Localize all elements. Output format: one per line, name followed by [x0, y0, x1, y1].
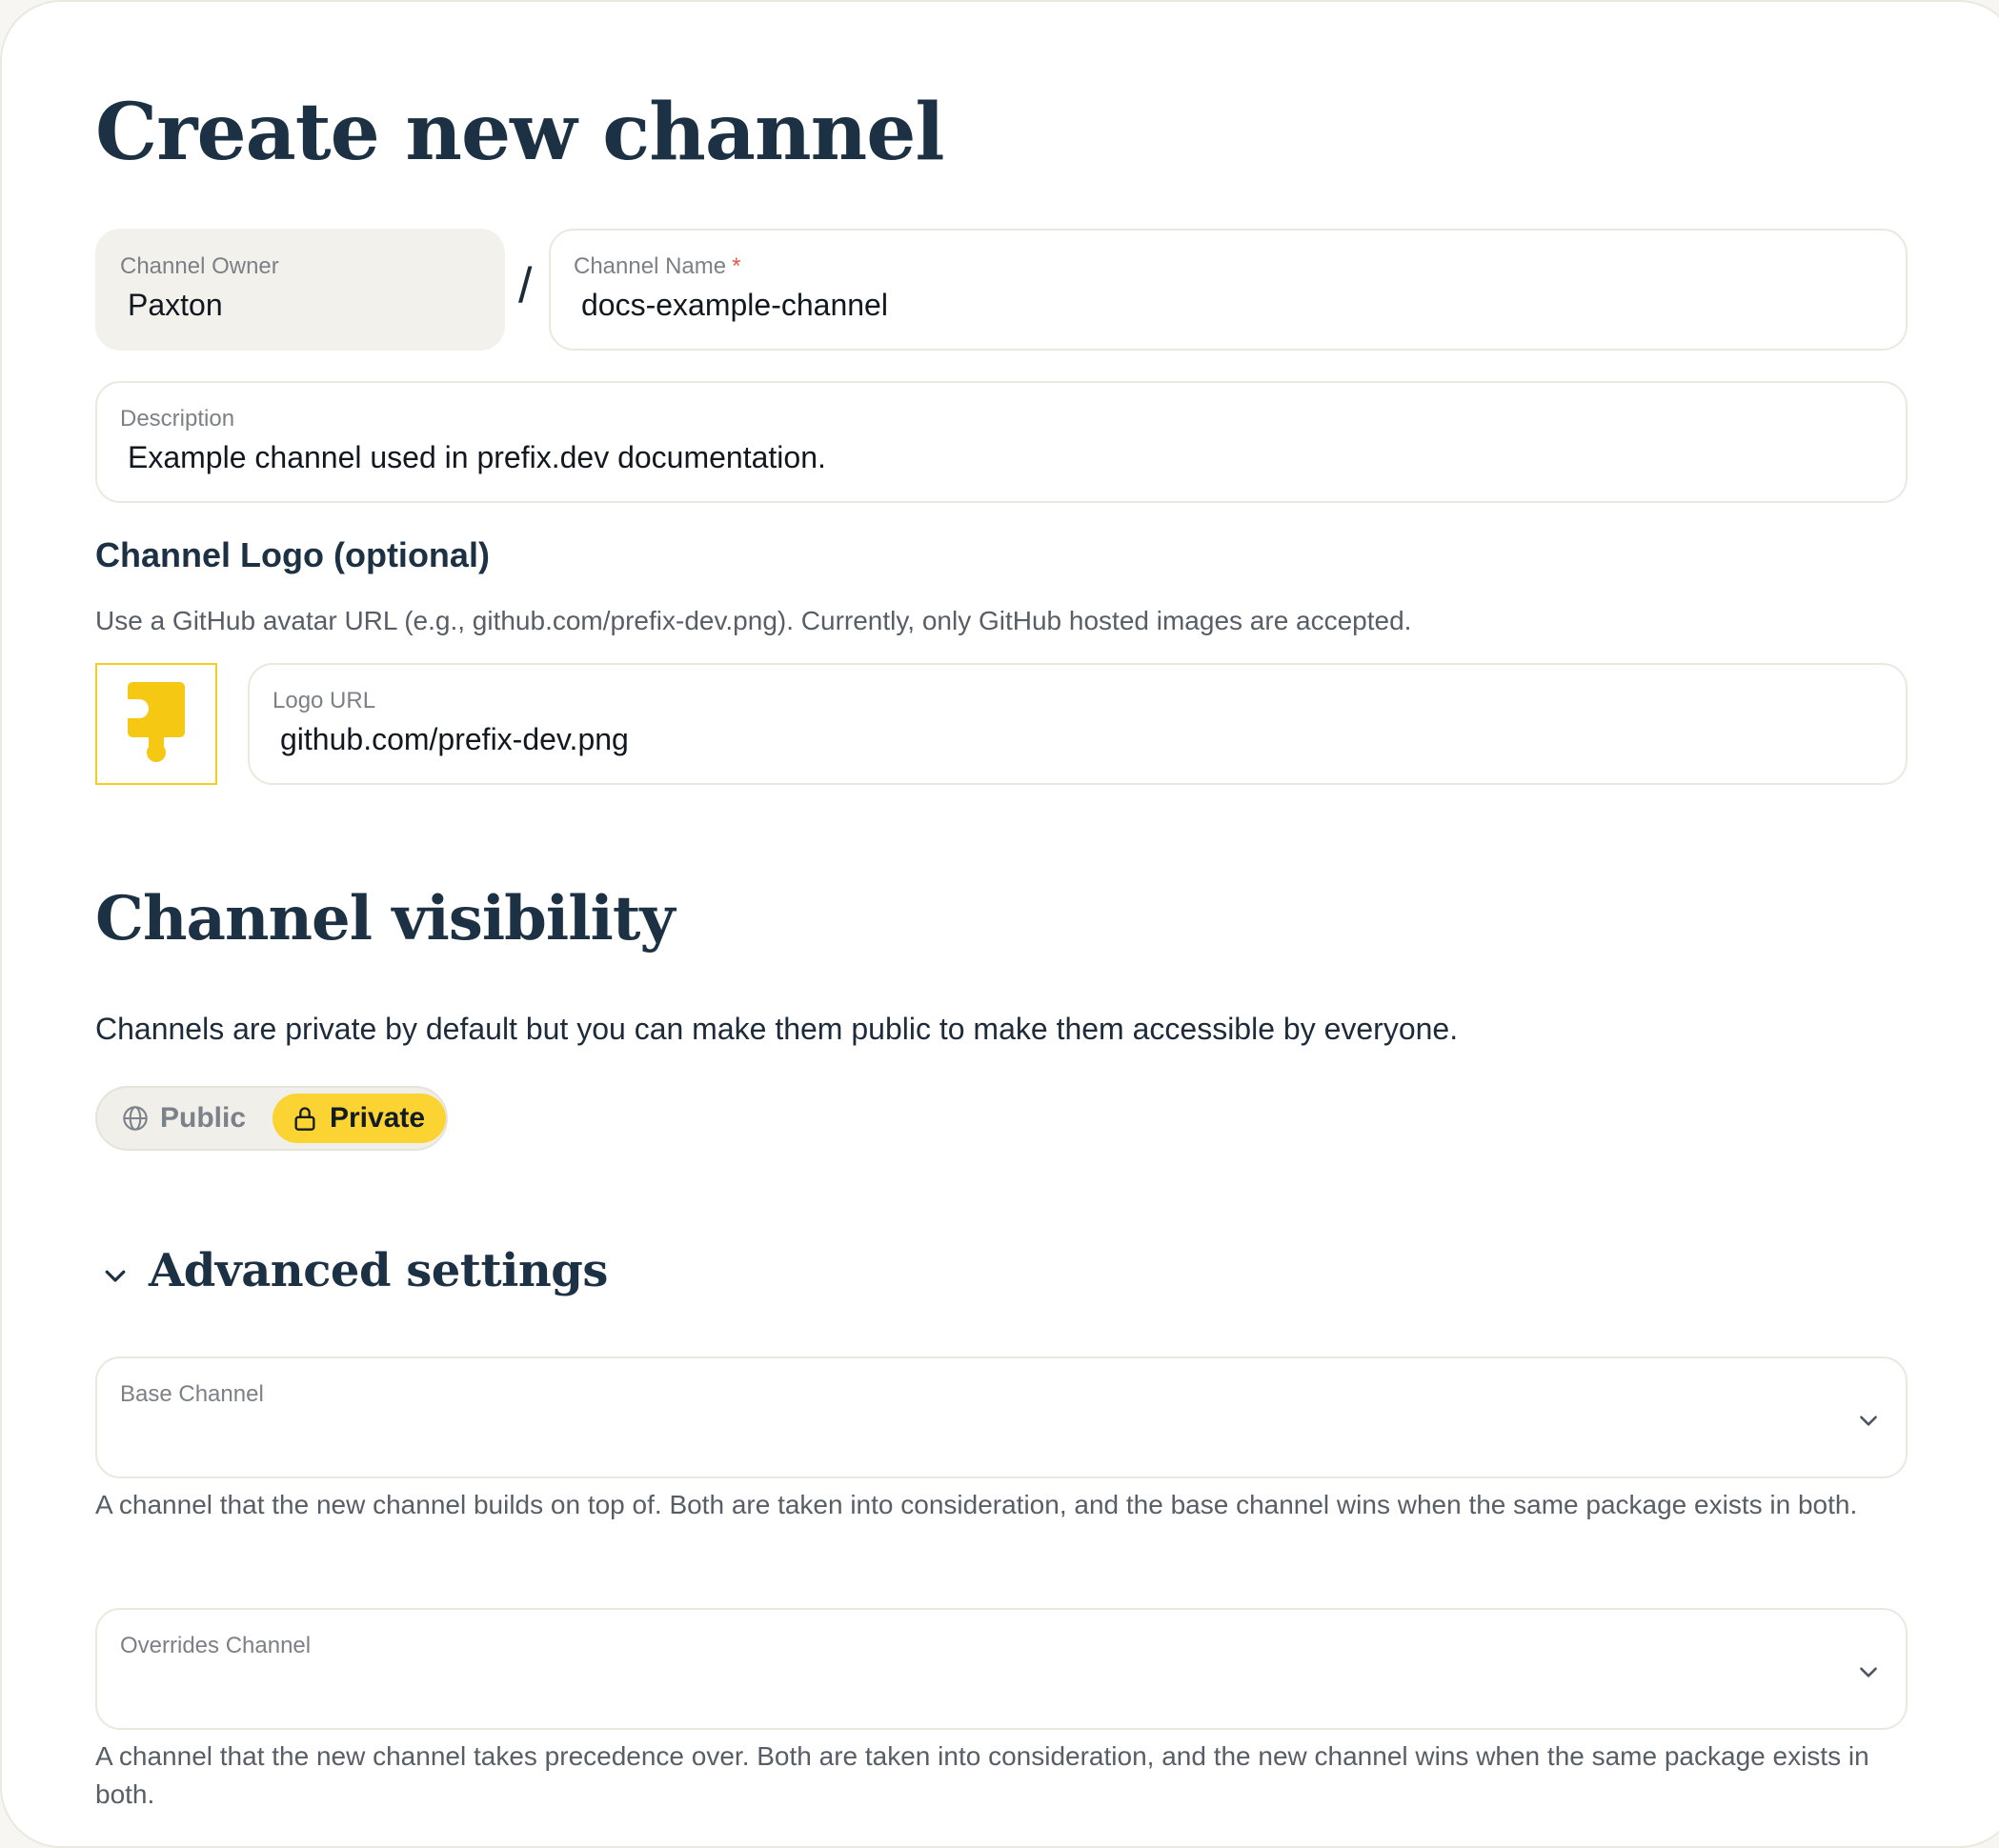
chevron-down-icon [1860, 1416, 1877, 1426]
form-card: Create new channel Channel Owner Paxton … [0, 0, 1999, 1848]
chevron-down-icon [1860, 1667, 1877, 1677]
prefix-logo-icon [128, 682, 185, 762]
description-input[interactable]: Example channel used in prefix.dev docum… [128, 440, 826, 475]
base-channel-select[interactable]: Base Channel [95, 1356, 1908, 1478]
channel-logo-help: Use a GitHub avatar URL (e.g., github.co… [95, 606, 1412, 635]
private-label: Private [330, 1102, 426, 1134]
logo-url-field[interactable]: Logo URL github.com/prefix-dev.png [248, 663, 1908, 785]
overrides-channel-label: Overrides Channel [120, 1633, 312, 1658]
channel-name-field[interactable]: Channel Name * docs-example-channel [549, 229, 1908, 351]
description-field[interactable]: Description Example channel used in pref… [95, 381, 1908, 503]
chevron-down-icon[interactable] [101, 1261, 130, 1290]
overrides-channel-help: A channel that the new channel takes pre… [95, 1741, 1869, 1809]
page-title: Create new channel [95, 87, 945, 178]
channel-name-input[interactable]: docs-example-channel [581, 288, 888, 323]
required-mark: * [732, 253, 741, 279]
advanced-settings-toggle[interactable]: Advanced settings [149, 1246, 608, 1296]
logo-url-input[interactable]: github.com/prefix-dev.png [280, 722, 629, 757]
base-channel-label: Base Channel [120, 1381, 264, 1407]
visibility-option-public[interactable]: Public [103, 1094, 267, 1143]
description-label: Description [120, 406, 235, 432]
visibility-text: Channels are private by default but you … [95, 1012, 1459, 1046]
globe-icon [123, 1106, 148, 1131]
owner-name-separator: / [518, 258, 533, 313]
overrides-channel-select[interactable]: Overrides Channel [95, 1608, 1908, 1730]
logo-url-label: Logo URL [273, 688, 376, 713]
base-channel-help: A channel that the new channel builds on… [95, 1490, 1858, 1519]
channel-name-label-text: Channel Name [574, 253, 727, 279]
logo-preview [95, 663, 217, 785]
channel-logo-heading: Channel Logo (optional) [95, 535, 490, 574]
lock-icon [294, 1107, 315, 1131]
public-label: Public [160, 1102, 247, 1134]
channel-owner-label: Channel Owner [120, 253, 279, 279]
channel-owner-field: Channel Owner Paxton [95, 229, 505, 351]
visibility-toggle: Public Private [95, 1086, 448, 1151]
visibility-heading: Channel visibility [95, 883, 676, 954]
channel-name-label: Channel Name * [574, 253, 740, 280]
visibility-option-private[interactable]: Private [273, 1094, 447, 1143]
channel-owner-value: Paxton [128, 288, 223, 322]
